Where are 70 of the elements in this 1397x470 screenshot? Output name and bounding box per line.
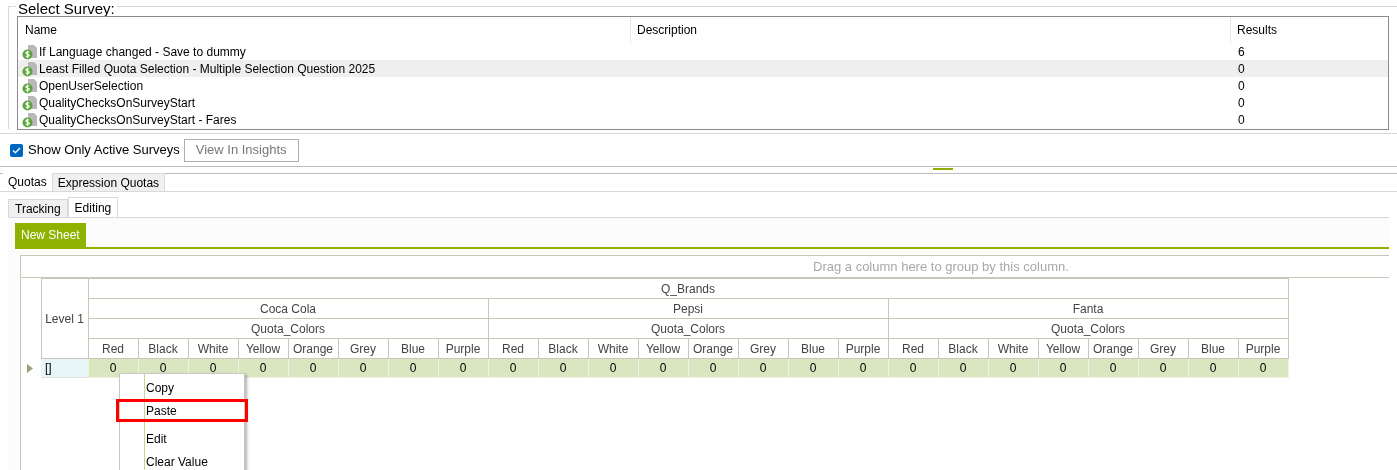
survey-name: Least Filled Quota Selection - Multiple Selection Question 2025 (39, 60, 376, 78)
column-header[interactable]: Blue (1188, 338, 1238, 359)
column-header[interactable]: Black (538, 338, 588, 359)
tab[interactable]: Quotas (3, 173, 52, 191)
column-header[interactable]: Purple (438, 338, 488, 359)
column-header[interactable]: Grey (1138, 338, 1188, 359)
tab[interactable]: Expression Quotas (51, 173, 166, 191)
column-header[interactable]: Orange (288, 338, 338, 359)
column-header[interactable]: Quota_Colors (888, 318, 1288, 339)
column-header[interactable]: White (188, 338, 238, 359)
column-header[interactable]: Purple (838, 338, 888, 359)
survey-list[interactable] (17, 16, 1389, 130)
menu-item[interactable]: Copy (120, 376, 244, 399)
row-indicator-icon (27, 363, 33, 373)
survey-dollar-icon (22, 94, 38, 111)
column-header[interactable]: Quota_Colors (488, 318, 888, 339)
column-header[interactable]: Purple (1238, 338, 1288, 359)
column-header[interactable]: White (588, 338, 638, 359)
survey-row[interactable]: QualityChecksOnSurveyStart 0 (18, 94, 1388, 111)
column-header[interactable]: Blue (388, 338, 438, 359)
column-header[interactable]: Orange (1088, 338, 1138, 359)
row-header: Level 1 (41, 278, 88, 359)
survey-results: 0 (1237, 94, 1245, 112)
survey-row[interactable]: Least Filled Quota Selection - Multiple Selection Question 2025 0 (18, 60, 1388, 77)
tab[interactable]: Tracking (8, 199, 68, 217)
survey-results: 0 (1237, 111, 1245, 129)
survey-name: QualityChecksOnSurveyStart (39, 94, 196, 112)
column-header[interactable]: Yellow (1038, 338, 1088, 359)
column-header[interactable]: Black (138, 338, 188, 359)
menu-item[interactable]: Clear Value (120, 450, 244, 470)
checkbox-label: Show Only Active Surveys (28, 141, 180, 160)
survey-row[interactable]: OpenUserSelection 0 (18, 77, 1388, 94)
column-header[interactable]: Yellow (238, 338, 288, 359)
active-surveys-checkbox[interactable] (10, 143, 23, 157)
survey-row[interactable]: If Language changed - Save to dummy 6 (18, 43, 1388, 60)
column-header[interactable]: Quota_Colors (88, 318, 488, 339)
view-in-insights-button[interactable]: View In Insights (183, 138, 299, 162)
column-header[interactable]: Grey (338, 338, 388, 359)
column-header[interactable]: Description (631, 17, 1231, 43)
column-header[interactable]: Red (488, 338, 538, 359)
column-header[interactable]: Results (1231, 17, 1277, 43)
group-by-hint: Drag a column here to group by this column. (813, 257, 1069, 276)
survey-dollar-icon (22, 60, 38, 77)
survey-dollar-icon (22, 43, 38, 60)
column-header[interactable]: Pepsi (488, 298, 888, 319)
column-header[interactable]: Q_Brands (88, 278, 1288, 299)
survey-dollar-icon (22, 77, 38, 94)
column-header[interactable]: Name (18, 17, 631, 43)
column-header[interactable]: Orange (688, 338, 738, 359)
survey-results: 0 (1237, 60, 1245, 78)
column-header[interactable]: Yellow (638, 338, 688, 359)
column-header[interactable]: Coca Cola (88, 298, 488, 319)
checkmark-icon (12, 145, 21, 155)
column-header[interactable]: Grey (738, 338, 788, 359)
survey-dollar-icon (22, 111, 38, 128)
tab[interactable]: Editing (67, 197, 119, 217)
survey-results: 6 (1237, 43, 1245, 61)
menu-item[interactable]: Edit (120, 427, 244, 450)
menu-item[interactable]: Paste (116, 399, 248, 422)
column-header[interactable]: Red (888, 338, 938, 359)
survey-name: If Language changed - Save to dummy (39, 43, 246, 61)
column-header[interactable]: Fanta (888, 298, 1288, 319)
column-header[interactable]: Red (88, 338, 138, 359)
survey-row[interactable]: QualityChecksOnSurveyStart - Fares 0 (18, 111, 1388, 128)
column-header[interactable]: White (988, 338, 1038, 359)
column-header[interactable]: Blue (788, 338, 838, 359)
survey-results: 0 (1237, 77, 1245, 95)
survey-name: QualityChecksOnSurveyStart - Fares (39, 111, 237, 129)
survey-name: OpenUserSelection (39, 77, 144, 95)
column-header[interactable]: Black (938, 338, 988, 359)
